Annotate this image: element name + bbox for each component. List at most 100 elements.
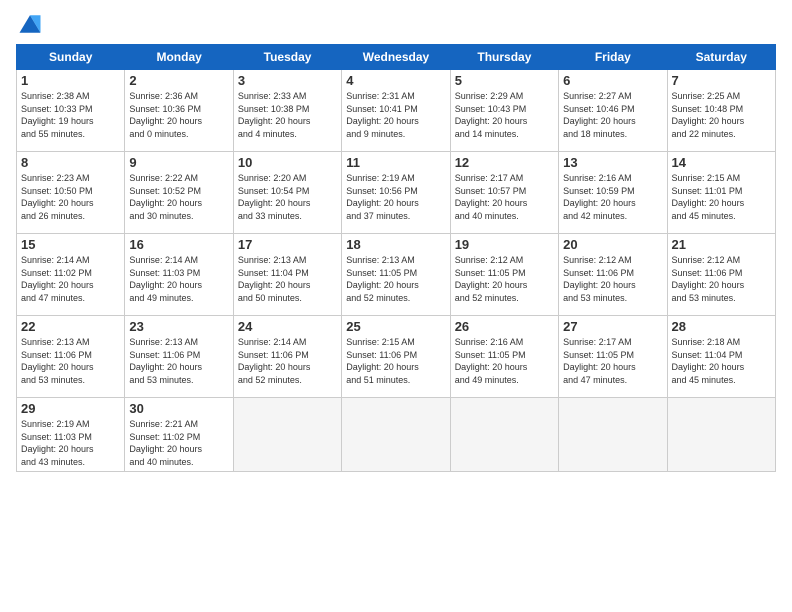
day-info: Sunrise: 2:14 AM Sunset: 11:06 PM Daylig… <box>238 336 337 386</box>
calendar-day-cell: 4 Sunrise: 2:31 AM Sunset: 10:41 PM Dayli… <box>342 70 450 152</box>
day-number: 8 <box>21 155 120 170</box>
day-info: Sunrise: 2:13 AM Sunset: 11:05 PM Daylig… <box>346 254 445 304</box>
day-of-week-header: Sunday <box>17 45 125 70</box>
calendar-day-cell: 10 Sunrise: 2:20 AM Sunset: 10:54 PM Dayl… <box>233 152 341 234</box>
day-info: Sunrise: 2:13 AM Sunset: 11:04 PM Daylig… <box>238 254 337 304</box>
calendar-day-cell: 3 Sunrise: 2:33 AM Sunset: 10:38 PM Dayli… <box>233 70 341 152</box>
day-number: 20 <box>563 237 662 252</box>
day-of-week-header: Saturday <box>667 45 775 70</box>
calendar-day-cell: 19Sunrise: 2:12 AM Sunset: 11:05 PM Dayl… <box>450 234 558 316</box>
day-number: 3 <box>238 73 337 88</box>
day-info: Sunrise: 2:13 AM Sunset: 11:06 PM Daylig… <box>21 336 120 386</box>
day-number: 24 <box>238 319 337 334</box>
day-number: 15 <box>21 237 120 252</box>
day-info: Sunrise: 2:16 AM Sunset: 11:05 PM Daylig… <box>455 336 554 386</box>
day-info: Sunrise: 2:27 AM Sunset: 10:46 PM Daylig… <box>563 90 662 140</box>
day-info: Sunrise: 2:25 AM Sunset: 10:48 PM Daylig… <box>672 90 771 140</box>
day-info: Sunrise: 2:15 AM Sunset: 11:01 PM Daylig… <box>672 172 771 222</box>
calendar-day-cell <box>667 398 775 472</box>
day-of-week-header: Thursday <box>450 45 558 70</box>
day-number: 21 <box>672 237 771 252</box>
calendar-week-row: 8 Sunrise: 2:23 AM Sunset: 10:50 PM Dayli… <box>17 152 776 234</box>
day-info: Sunrise: 2:20 AM Sunset: 10:54 PM Daylig… <box>238 172 337 222</box>
calendar-week-row: 22 Sunrise: 2:13 AM Sunset: 11:06 PM Dayl… <box>17 316 776 398</box>
calendar-day-cell <box>342 398 450 472</box>
day-info: Sunrise: 2:31 AM Sunset: 10:41 PM Daylig… <box>346 90 445 140</box>
day-number: 7 <box>672 73 771 88</box>
calendar-day-cell: 9 Sunrise: 2:22 AM Sunset: 10:52 PM Dayli… <box>125 152 233 234</box>
day-info: Sunrise: 2:38 AM Sunset: 10:33 PM Daylig… <box>21 90 120 140</box>
day-number: 5 <box>455 73 554 88</box>
day-number: 22 <box>21 319 120 334</box>
calendar-day-cell: 20 Sunrise: 2:12 AM Sunset: 11:06 PM Dayl… <box>559 234 667 316</box>
day-info: Sunrise: 2:36 AM Sunset: 10:36 PM Daylig… <box>129 90 228 140</box>
calendar-table: SundayMondayTuesdayWednesdayThursdayFrid… <box>16 44 776 472</box>
day-info: Sunrise: 2:14 AM Sunset: 11:03 PM Daylig… <box>129 254 228 304</box>
day-number: 18 <box>346 237 445 252</box>
calendar-day-cell: 8 Sunrise: 2:23 AM Sunset: 10:50 PM Dayli… <box>17 152 125 234</box>
day-of-week-header: Friday <box>559 45 667 70</box>
calendar-day-cell <box>233 398 341 472</box>
calendar-day-cell: 27 Sunrise: 2:17 AM Sunset: 11:05 PM Dayl… <box>559 316 667 398</box>
day-number: 11 <box>346 155 445 170</box>
day-number: 2 <box>129 73 228 88</box>
day-info: Sunrise: 2:29 AM Sunset: 10:43 PM Daylig… <box>455 90 554 140</box>
day-info: Sunrise: 2:12 AM Sunset: 11:05 PM Daylig… <box>455 254 554 304</box>
day-number: 17 <box>238 237 337 252</box>
calendar-week-row: 29 Sunrise: 2:19 AM Sunset: 11:03 PM Dayl… <box>17 398 776 472</box>
day-number: 30 <box>129 401 228 416</box>
calendar-day-cell: 6 Sunrise: 2:27 AM Sunset: 10:46 PM Dayli… <box>559 70 667 152</box>
day-of-week-header: Monday <box>125 45 233 70</box>
day-info: Sunrise: 2:12 AM Sunset: 11:06 PM Daylig… <box>672 254 771 304</box>
day-of-week-header: Tuesday <box>233 45 341 70</box>
calendar-day-cell: 2 Sunrise: 2:36 AM Sunset: 10:36 PM Dayli… <box>125 70 233 152</box>
day-number: 14 <box>672 155 771 170</box>
calendar-body: 1 Sunrise: 2:38 AM Sunset: 10:33 PM Dayli… <box>17 70 776 472</box>
day-info: Sunrise: 2:17 AM Sunset: 10:57 PM Daylig… <box>455 172 554 222</box>
day-number: 12 <box>455 155 554 170</box>
calendar-week-row: 1 Sunrise: 2:38 AM Sunset: 10:33 PM Dayli… <box>17 70 776 152</box>
day-info: Sunrise: 2:15 AM Sunset: 11:06 PM Daylig… <box>346 336 445 386</box>
calendar-day-cell <box>559 398 667 472</box>
calendar-day-cell: 14 Sunrise: 2:15 AM Sunset: 11:01 PM Dayl… <box>667 152 775 234</box>
day-info: Sunrise: 2:19 AM Sunset: 11:03 PM Daylig… <box>21 418 120 468</box>
day-number: 27 <box>563 319 662 334</box>
day-info: Sunrise: 2:19 AM Sunset: 10:56 PM Daylig… <box>346 172 445 222</box>
calendar-day-cell <box>450 398 558 472</box>
day-number: 4 <box>346 73 445 88</box>
calendar-container: SundayMondayTuesdayWednesdayThursdayFrid… <box>0 0 792 482</box>
day-info: Sunrise: 2:16 AM Sunset: 10:59 PM Daylig… <box>563 172 662 222</box>
calendar-day-cell: 23Sunrise: 2:13 AM Sunset: 11:06 PM Dayl… <box>125 316 233 398</box>
calendar-day-cell: 26Sunrise: 2:16 AM Sunset: 11:05 PM Dayl… <box>450 316 558 398</box>
calendar-day-cell: 22 Sunrise: 2:13 AM Sunset: 11:06 PM Dayl… <box>17 316 125 398</box>
calendar-day-cell: 11 Sunrise: 2:19 AM Sunset: 10:56 PM Dayl… <box>342 152 450 234</box>
calendar-day-cell: 15Sunrise: 2:14 AM Sunset: 11:02 PM Dayl… <box>17 234 125 316</box>
calendar-day-cell: 30Sunrise: 2:21 AM Sunset: 11:02 PM Dayl… <box>125 398 233 472</box>
calendar-day-cell: 29 Sunrise: 2:19 AM Sunset: 11:03 PM Dayl… <box>17 398 125 472</box>
day-number: 29 <box>21 401 120 416</box>
day-info: Sunrise: 2:33 AM Sunset: 10:38 PM Daylig… <box>238 90 337 140</box>
day-info: Sunrise: 2:22 AM Sunset: 10:52 PM Daylig… <box>129 172 228 222</box>
logo-icon <box>16 10 44 38</box>
day-number: 9 <box>129 155 228 170</box>
day-number: 10 <box>238 155 337 170</box>
day-info: Sunrise: 2:18 AM Sunset: 11:04 PM Daylig… <box>672 336 771 386</box>
calendar-day-cell: 25 Sunrise: 2:15 AM Sunset: 11:06 PM Dayl… <box>342 316 450 398</box>
calendar-day-cell: 1 Sunrise: 2:38 AM Sunset: 10:33 PM Dayli… <box>17 70 125 152</box>
calendar-day-cell: 18 Sunrise: 2:13 AM Sunset: 11:05 PM Dayl… <box>342 234 450 316</box>
day-number: 13 <box>563 155 662 170</box>
day-info: Sunrise: 2:23 AM Sunset: 10:50 PM Daylig… <box>21 172 120 222</box>
logo <box>16 10 48 38</box>
day-info: Sunrise: 2:17 AM Sunset: 11:05 PM Daylig… <box>563 336 662 386</box>
day-number: 1 <box>21 73 120 88</box>
calendar-day-cell: 5 Sunrise: 2:29 AM Sunset: 10:43 PM Dayli… <box>450 70 558 152</box>
day-number: 23 <box>129 319 228 334</box>
day-info: Sunrise: 2:12 AM Sunset: 11:06 PM Daylig… <box>563 254 662 304</box>
day-of-week-header: Wednesday <box>342 45 450 70</box>
calendar-day-cell: 13 Sunrise: 2:16 AM Sunset: 10:59 PM Dayl… <box>559 152 667 234</box>
calendar-day-cell: 21 Sunrise: 2:12 AM Sunset: 11:06 PM Dayl… <box>667 234 775 316</box>
day-number: 25 <box>346 319 445 334</box>
calendar-day-cell: 7 Sunrise: 2:25 AM Sunset: 10:48 PM Dayli… <box>667 70 775 152</box>
day-number: 16 <box>129 237 228 252</box>
day-number: 6 <box>563 73 662 88</box>
